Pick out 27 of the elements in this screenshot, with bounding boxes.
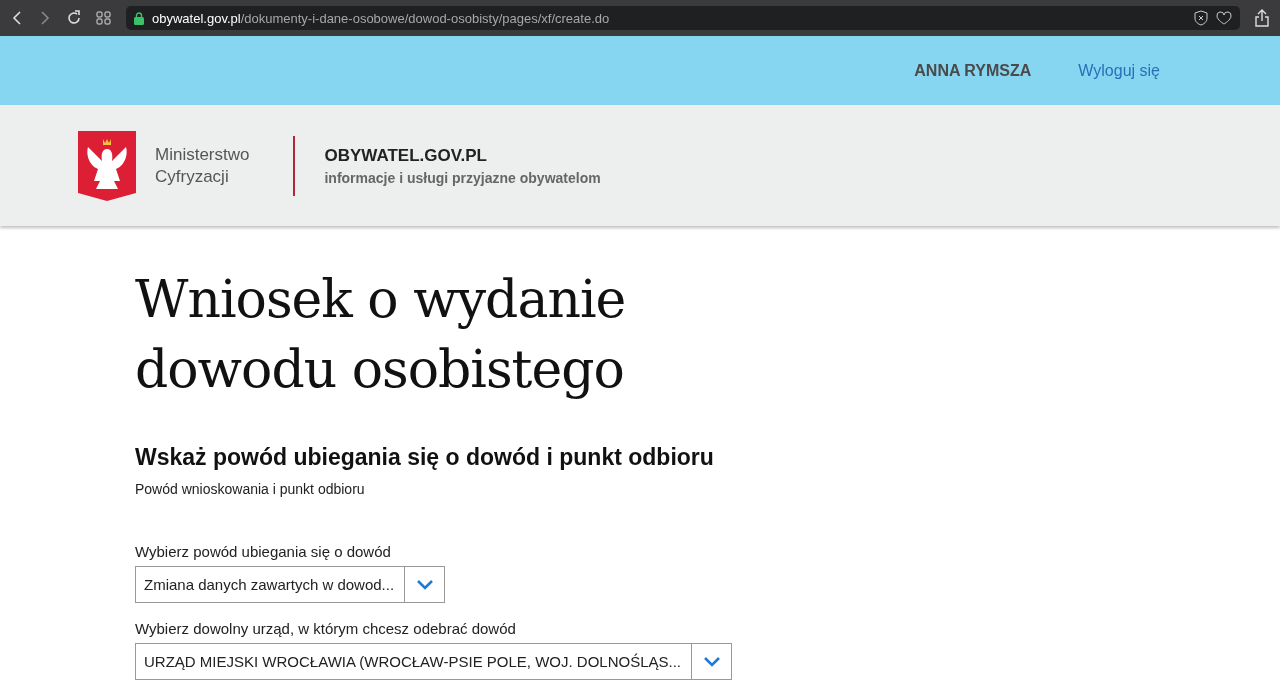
url-text: obywatel.gov.pl/dokumenty-i-dane-osobowe/dowod-osobisty/pages/xf/create.do: [152, 10, 610, 26]
user-name: ANNA RYMSZA: [914, 61, 1032, 80]
section-subtitle: Powód wnioskowania i punkt odbioru: [135, 481, 365, 497]
field-label: Wybierz powód ubiegania się o dowód: [135, 543, 391, 560]
site-tagline: informacje i usługi przyjazne obywatelom: [324, 169, 601, 186]
chevron-down-icon[interactable]: [703, 656, 720, 667]
coat-of-arms-logo: [78, 130, 136, 201]
field-label: Wybierz dowolny urząd, w którym chcesz odebrać dowód: [135, 620, 516, 637]
dropdown-field[interactable]: Zmiana danych zawartych w dowod...: [135, 566, 446, 603]
reload-icon[interactable]: [66, 10, 82, 26]
dropdown-field[interactable]: URZĄD MIEJSKI WROCŁAWIA (WROCŁAW-PSIE POLE, WOJ. DOLNOŚLĄS...: [135, 643, 733, 680]
ministry-name: Ministerstwo: [155, 143, 250, 166]
ministry-name: Cyfryzacji: [155, 165, 230, 188]
heart-icon[interactable]: [1216, 11, 1232, 25]
select-value: URZĄD MIEJSKI WROCŁAWIA (WROCŁAW-PSIE POLE, WOJ. DOLNOŚLĄS...: [143, 652, 683, 672]
share-icon[interactable]: [1254, 9, 1270, 27]
forward-icon[interactable]: [38, 10, 52, 26]
grid-icon[interactable]: [96, 10, 112, 26]
back-icon[interactable]: [10, 10, 24, 26]
address-bar[interactable]: obywatel.gov.pl/dokumenty-i-dane-osobowe/dowod-osobisty/pages/xf/create.do: [126, 6, 1240, 30]
page-title: Wniosek o wydanie: [135, 268, 626, 331]
shield-icon[interactable]: [1194, 10, 1208, 26]
section-title: Wskaż powód ubiegania się o dowód i punkt odbioru: [135, 444, 714, 471]
chevron-down-icon[interactable]: [416, 579, 433, 590]
site-title[interactable]: OBYWATEL.GOV.PL: [324, 145, 601, 166]
page-title: dowodu osobistego: [135, 338, 625, 401]
select-value: Zmiana danych zawartych w dowod...: [143, 575, 396, 595]
